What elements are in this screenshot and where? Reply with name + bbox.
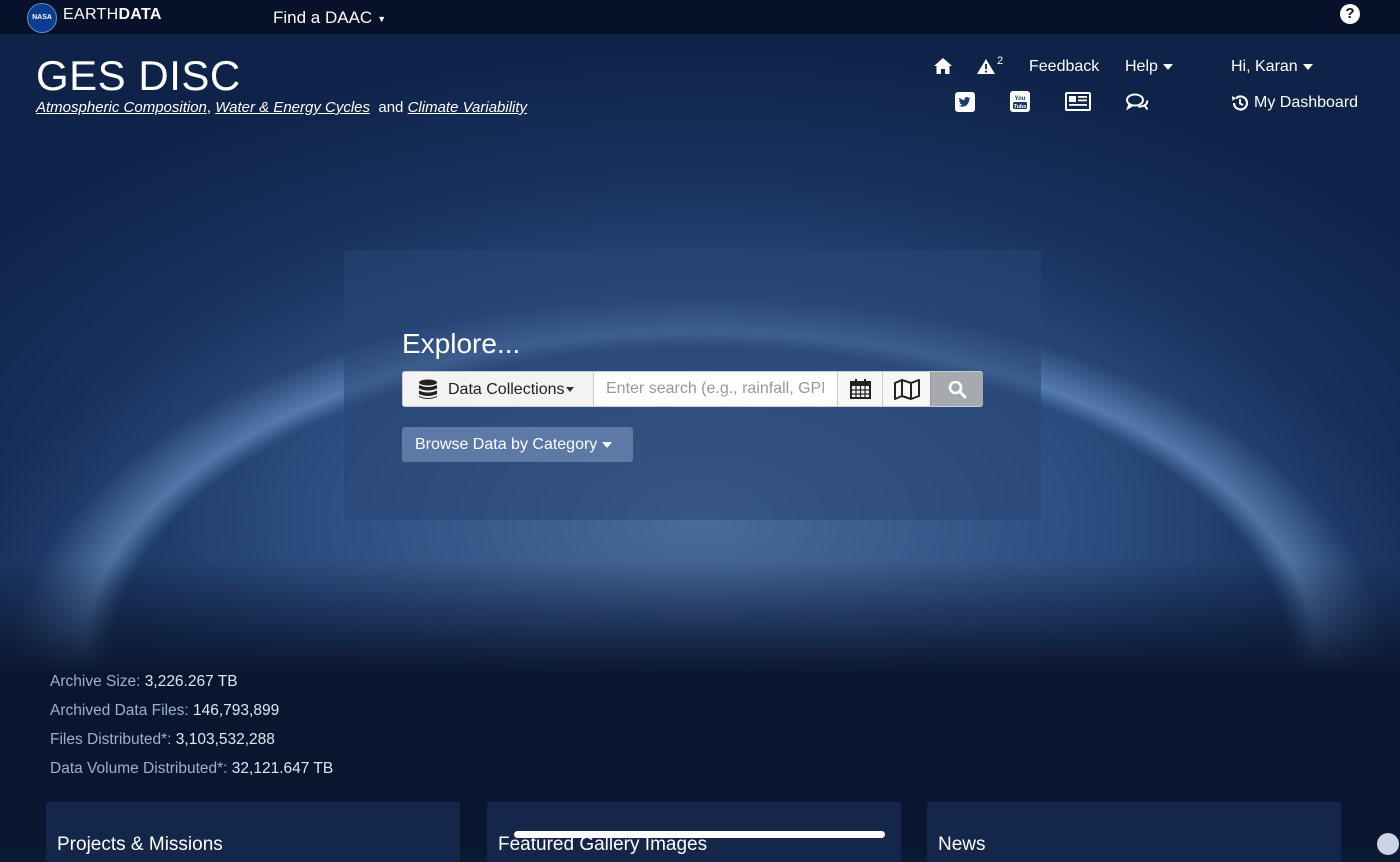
home-icon[interactable] (933, 57, 953, 75)
my-dashboard-link[interactable]: My Dashboard (1254, 94, 1358, 112)
caret-down-icon (1302, 63, 1313, 70)
earthdata-brand[interactable]: EARTHDATA (63, 6, 162, 24)
browse-by-category-button[interactable]: Browse Data by Category (402, 427, 633, 462)
youtube-icon[interactable]: You Tube (1010, 91, 1030, 112)
top-bar: NASA EARTHDATA Find a DAAC ▼ ? (0, 0, 1400, 34)
tagline-link-climate[interactable]: Climate Variability (408, 99, 527, 116)
stat-files-distributed: Files Distributed*: 3,103,532,288 (50, 731, 275, 748)
site-tagline: Atmospheric Composition, Water & Energy … (36, 99, 528, 116)
stat-archived-files: Archived Data Files: 146,793,899 (50, 702, 280, 719)
twitter-icon[interactable] (955, 92, 975, 112)
calendar-icon (850, 379, 871, 399)
date-picker-button[interactable] (837, 372, 883, 406)
tagline-link-water[interactable]: Water & Energy Cycles (215, 99, 370, 116)
user-menu[interactable]: Hi, Karan (1231, 58, 1313, 76)
horizontal-scroll-indicator[interactable] (514, 831, 885, 838)
newspaper-icon[interactable] (1065, 92, 1091, 111)
search-submit-button[interactable] (930, 372, 983, 406)
comments-icon[interactable] (1126, 93, 1150, 112)
alert-count-badge: 2 (997, 55, 1004, 67)
database-icon (419, 379, 437, 399)
site-title[interactable]: GES DISC (36, 52, 241, 100)
news-card[interactable]: News (927, 802, 1341, 862)
search-bar: Data Collections (402, 371, 983, 407)
svg-text:Tube: Tube (1014, 104, 1027, 110)
question-circle-icon[interactable]: ? (1340, 4, 1360, 24)
caret-down-icon: ▼ (377, 13, 387, 24)
caret-down-icon (602, 441, 613, 448)
data-collections-label: Data Collections (448, 381, 574, 399)
caret-down-icon (1162, 63, 1173, 70)
tagline-link-atmospheric[interactable]: Atmospheric Composition (36, 99, 207, 116)
data-collections-dropdown[interactable]: Data Collections (403, 372, 594, 406)
nasa-logo[interactable]: NASA (27, 3, 57, 33)
svg-text:You: You (1015, 96, 1026, 102)
stat-archive-size: Archive Size: 3,226.267 TB (50, 673, 238, 690)
map-area-button[interactable] (882, 372, 931, 406)
archive-stats: Archive Size: 3,226.267 TB Archived Data… (50, 673, 333, 789)
search-icon (948, 380, 967, 399)
warning-icon[interactable] (976, 58, 996, 75)
explore-heading: Explore... (402, 328, 521, 359)
map-icon (894, 379, 920, 400)
search-input[interactable] (594, 372, 836, 406)
feedback-link[interactable]: Feedback (1029, 58, 1099, 76)
card-title: Projects & Missions (57, 834, 223, 855)
scroll-to-top-button[interactable] (1377, 833, 1399, 855)
card-title: News (938, 834, 986, 855)
help-menu[interactable]: Help (1125, 58, 1173, 76)
find-daac-menu[interactable]: Find a DAAC ▼ (273, 8, 386, 28)
history-icon[interactable] (1231, 94, 1249, 112)
projects-missions-card[interactable]: Projects & Missions (46, 802, 460, 862)
caret-down-icon (565, 387, 574, 393)
stat-data-volume: Data Volume Distributed*: 32,121.647 TB (50, 760, 334, 777)
